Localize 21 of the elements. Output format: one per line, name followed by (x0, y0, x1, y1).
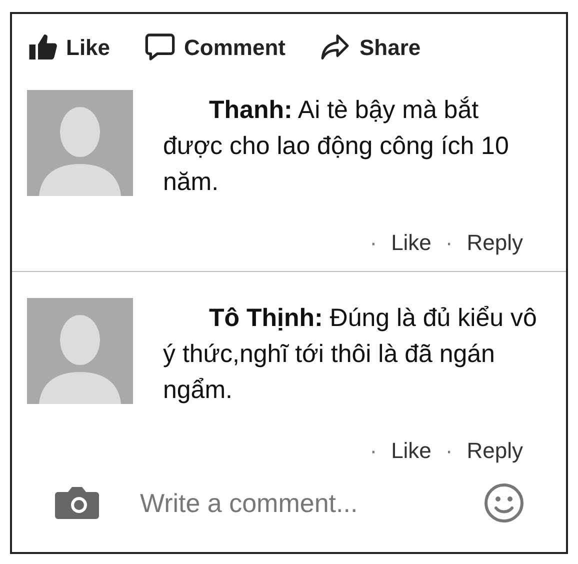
speech-bubble-icon (144, 31, 176, 63)
action-button[interactable]: Comment (144, 30, 286, 64)
comment-text: Tô Thịnh: Đúng là đủ kiểu vô ý thức,nghĩ tới thôi là đã ngán ngẩm. (163, 303, 538, 406)
comment-text: Thanh: Ai tè bậy mà bắt được cho lao động công ích 10 năm. (163, 95, 510, 198)
comment-action-link[interactable]: Like (391, 226, 432, 259)
action-button[interactable]: Like (28, 30, 110, 64)
avatar-icon (27, 298, 133, 404)
comment-action-link[interactable]: Reply (466, 434, 523, 467)
thumbs-up-icon (28, 32, 58, 62)
comment-action-link[interactable]: Reply (466, 226, 523, 259)
action-button[interactable]: Share (319, 30, 421, 64)
camera-icon[interactable] (54, 486, 100, 520)
comment-action-link[interactable]: Like (391, 434, 432, 467)
smiley-icon[interactable] (484, 483, 524, 523)
bullet-separator: · (370, 437, 378, 465)
share-arrow-icon (319, 32, 352, 62)
avatar-icon (27, 90, 133, 196)
bullet-separator: · (445, 229, 453, 257)
bullet-separator: · (370, 229, 378, 257)
bullet-separator: · (445, 437, 453, 465)
comment-input-field[interactable]: Write a comment... (140, 484, 444, 522)
